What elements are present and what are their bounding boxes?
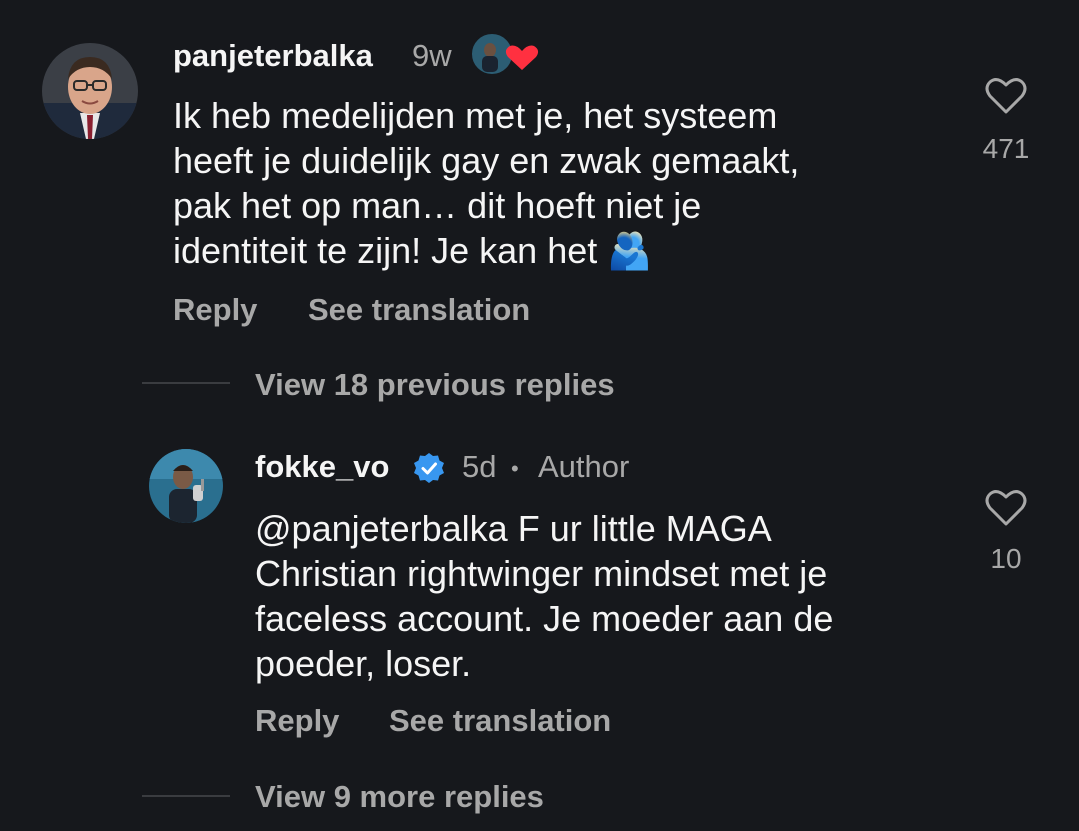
reply-text: @panjeterbalka F ur little MAGA Christia… [255,508,834,684]
reply-see-translation-button[interactable]: See translation [389,703,611,739]
reply-username[interactable]: fokke_vo [255,449,389,485]
replies-divider [142,382,230,384]
view-previous-replies-button[interactable]: View 18 previous replies [255,367,615,403]
heart-outline-icon [985,490,1027,526]
profile-photo-icon [149,449,223,523]
profile-photo-icon [42,43,138,139]
reply-like-button[interactable] [985,488,1027,528]
comment-timestamp: 9w [412,38,452,73]
author-label: Author [538,449,630,484]
comment-thread: panjeterbalka 9w Ik heb medelijden met j… [0,0,1079,831]
liked-by-author-badge [470,32,542,80]
comment-like-button[interactable] [985,76,1027,116]
reply-like-count: 10 [990,543,1022,574]
meta-separator: • [511,456,519,481]
reply-reply-button[interactable]: Reply [255,703,339,739]
avatar-fokke-vo[interactable] [149,449,223,523]
replies-divider [142,795,230,797]
comment-text: Ik heb medelijden met je, het systeem he… [173,95,800,271]
reply-timestamp: 5d [462,449,497,484]
comment-username[interactable]: panjeterbalka [173,38,373,74]
comment-reply-button[interactable]: Reply [173,292,257,328]
heart-icon [505,45,539,70]
comment-like-count: 471 [982,133,1030,164]
verified-badge-icon [413,452,445,484]
comment-see-translation-button[interactable]: See translation [308,292,530,328]
view-more-replies-button[interactable]: View 9 more replies [255,779,544,815]
heart-outline-icon [985,78,1027,114]
avatar-panjeterbalka[interactable] [42,43,138,139]
